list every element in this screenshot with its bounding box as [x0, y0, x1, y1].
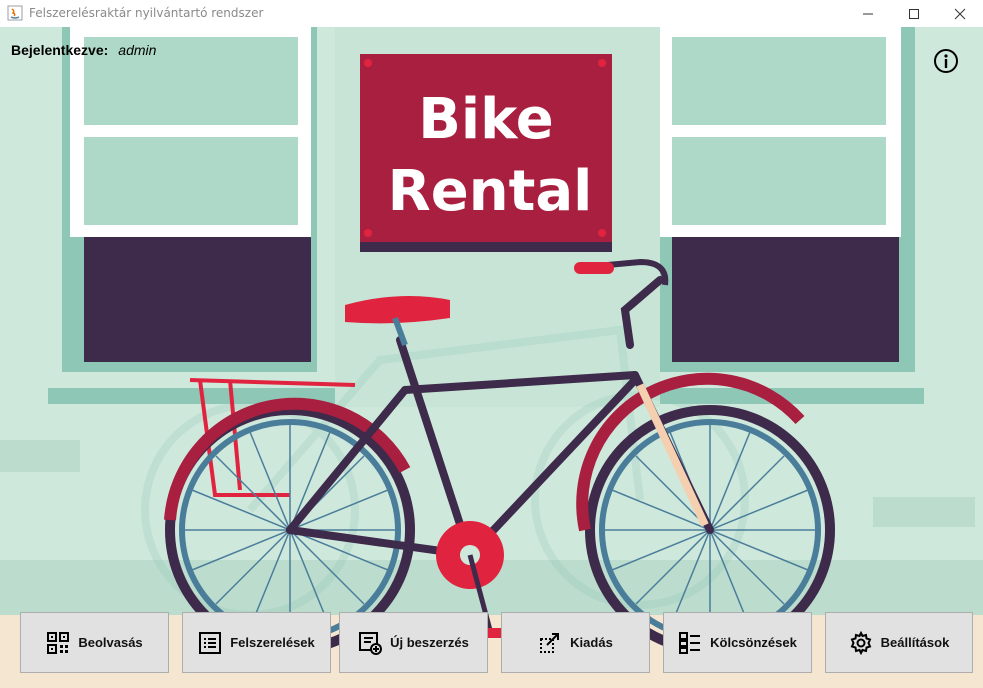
login-user: admin [118, 42, 157, 58]
minimize-icon [863, 13, 873, 14]
new-purchase-button[interactable]: Új beszerzés [339, 612, 488, 673]
scan-button[interactable]: Beolvasás [20, 612, 169, 673]
handout-button-label: Kiadás [570, 635, 613, 650]
close-icon [954, 8, 966, 19]
login-label: Bejelentkezve: [11, 42, 109, 58]
equipment-button-label: Felszerelések [230, 635, 315, 650]
rentals-icon [679, 631, 701, 654]
gear-icon [850, 630, 872, 655]
maximize-icon [909, 8, 919, 19]
qr-code-icon [47, 631, 70, 654]
rentals-button[interactable]: Kölcsönzések [663, 612, 812, 673]
new-purchase-button-label: Új beszerzés [390, 635, 469, 650]
java-app-icon [7, 5, 23, 21]
bike-rental-illustration: Bike Rental [0, 27, 983, 688]
maximize-button[interactable] [891, 0, 937, 27]
sign-line1: Bike [418, 87, 554, 152]
settings-button-label: Beállítások [880, 635, 950, 650]
settings-button[interactable]: Beállítások [825, 612, 973, 673]
login-status: Bejelentkezve: admin [11, 42, 156, 58]
handout-button[interactable]: Kiadás [501, 612, 650, 673]
rentals-button-label: Kölcsönzések [710, 635, 797, 650]
window-title: Felszerelésraktár nyilvántartó rendszer [29, 6, 264, 20]
info-icon[interactable] [933, 48, 959, 74]
close-button[interactable] [937, 0, 983, 27]
scan-button-label: Beolvasás [78, 635, 143, 650]
add-list-icon [359, 631, 383, 655]
title-bar: Felszerelésraktár nyilvántartó rendszer [0, 0, 983, 27]
minimize-button[interactable] [845, 0, 891, 27]
list-icon [199, 631, 222, 654]
handout-icon [540, 632, 560, 653]
equipment-button[interactable]: Felszerelések [182, 612, 331, 673]
sign-line2: Rental [388, 159, 593, 224]
